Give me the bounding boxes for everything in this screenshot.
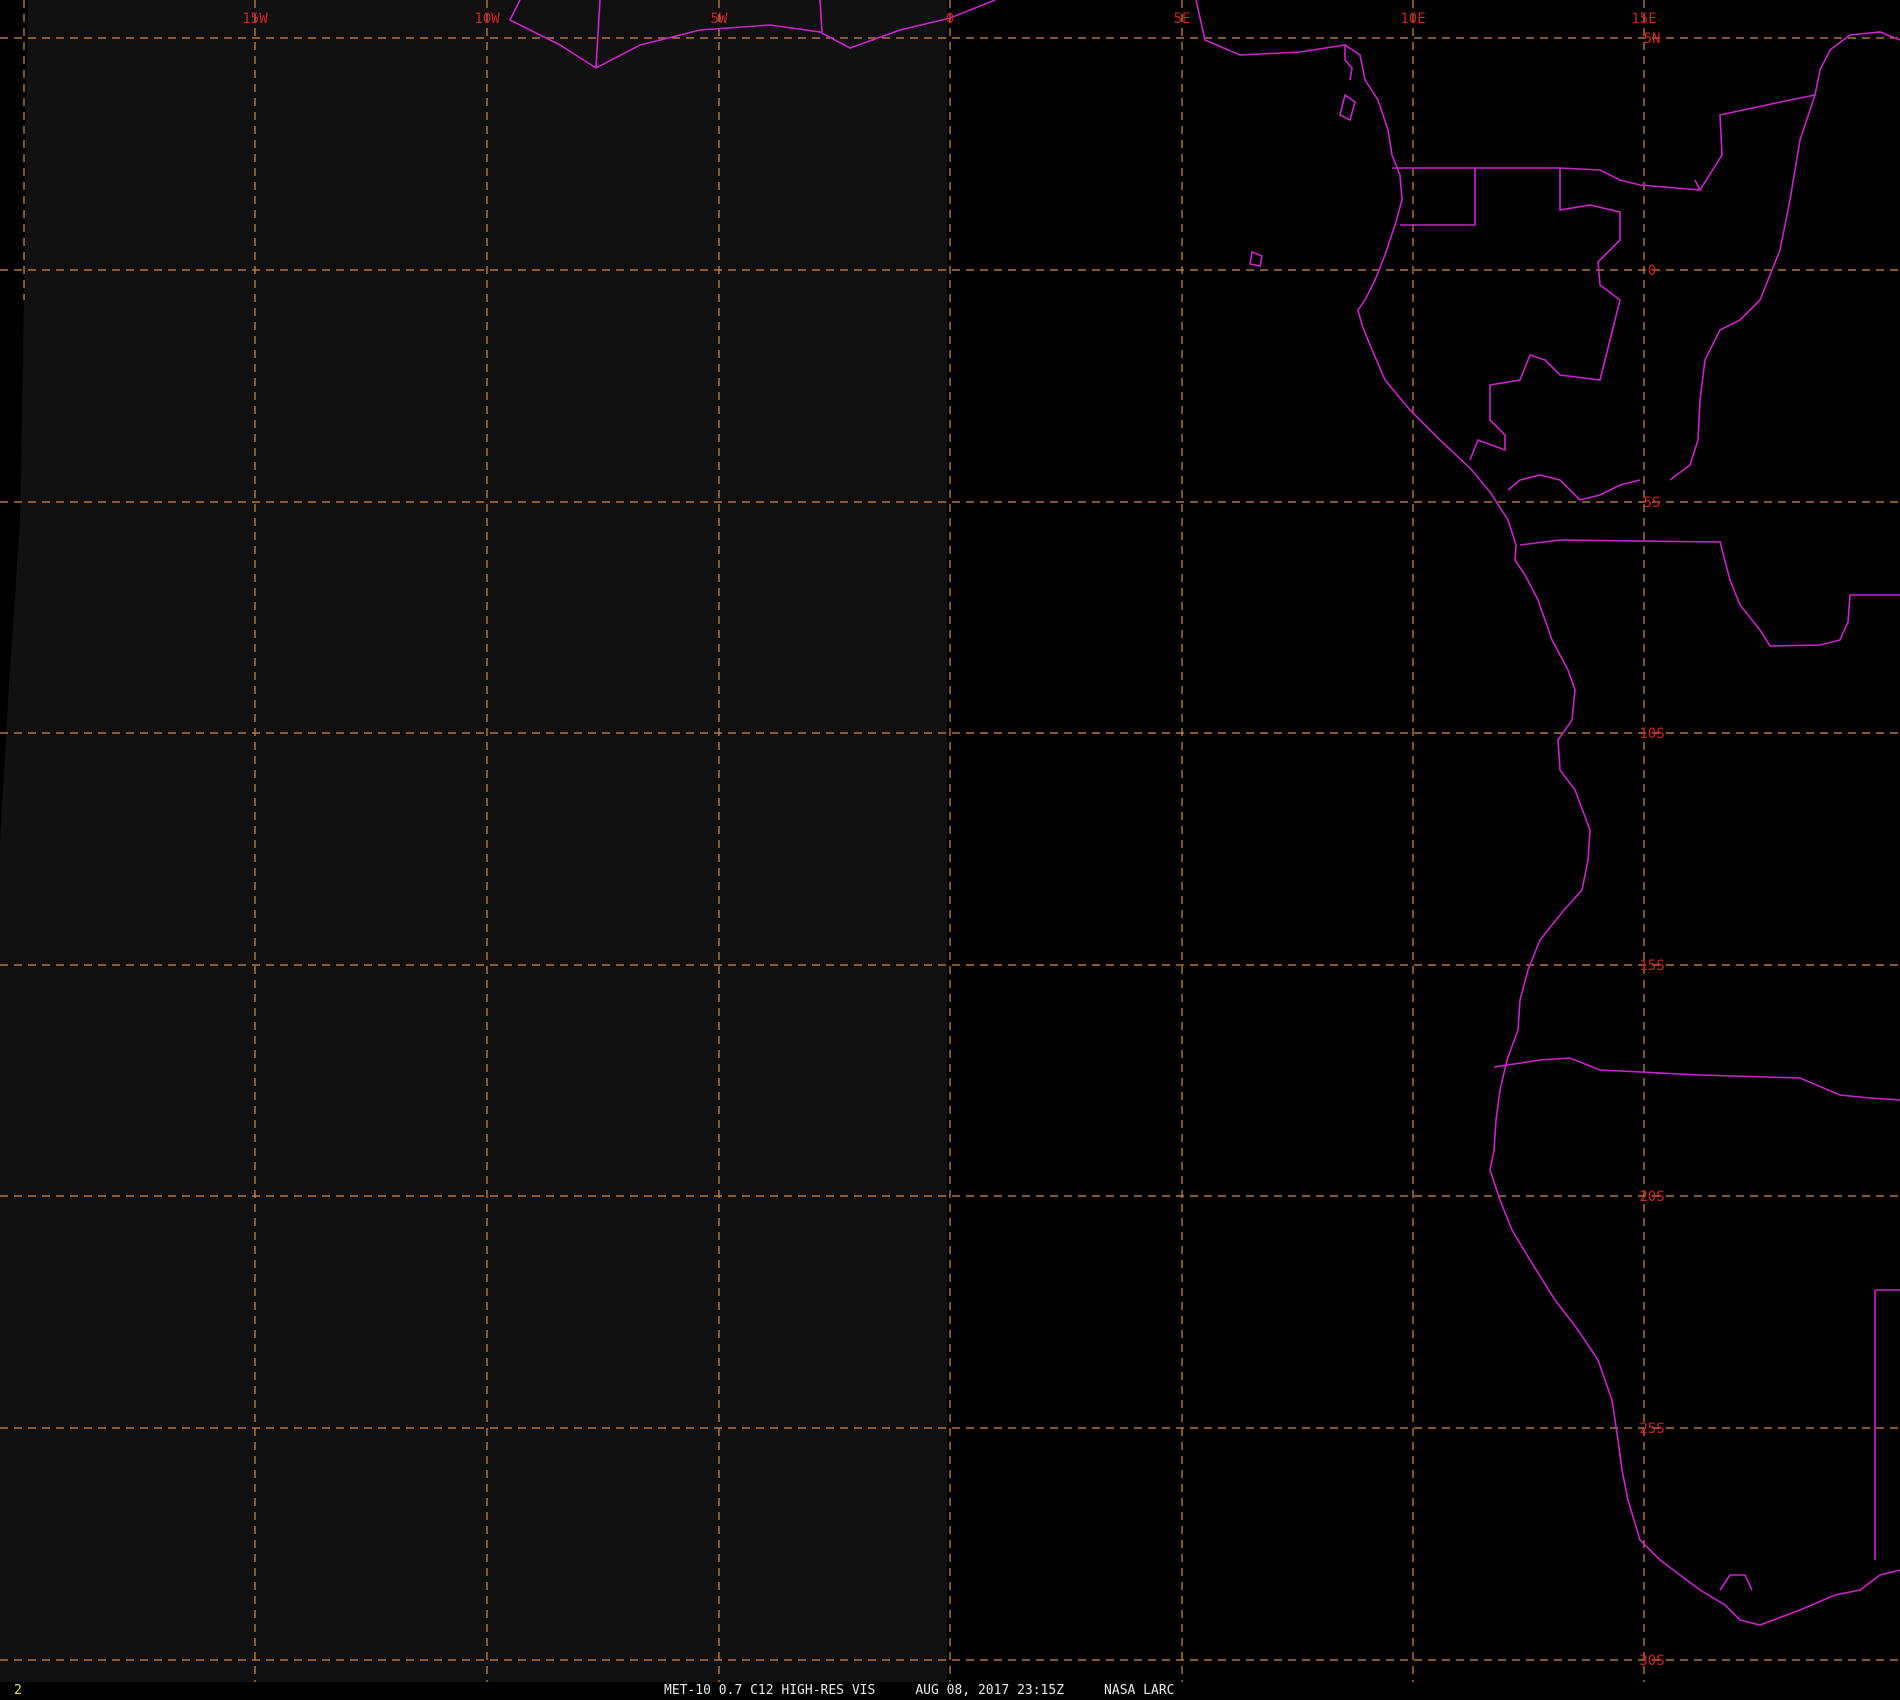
coast-south-africa xyxy=(1879,1569,1900,1576)
longitude-label: 5W xyxy=(711,11,728,27)
latitude-label: 5S xyxy=(1644,495,1661,511)
coast-central-africa xyxy=(1195,0,1881,1626)
border-cameroon-gabon xyxy=(1392,167,1476,226)
border-east-edge xyxy=(1874,1289,1900,1560)
status-bar: 2 MET-10 0.7 C12 HIGH-RES VIS AUG 08, 201… xyxy=(0,1682,1900,1700)
border-gabon-congo xyxy=(1475,167,1702,191)
satellite-map: 15W 10W 5W 0 5E 10E 15E 5N 0 5S 10S 15S 20S 25S 30S 2… xyxy=(0,0,1900,1700)
border-congo-drc xyxy=(1699,31,1900,191)
latitude-label: 5N xyxy=(1644,31,1661,47)
latitude-label: 0 xyxy=(1648,263,1656,279)
latitude-label: 20S xyxy=(1639,1189,1664,1205)
latitude-label: 25S xyxy=(1639,1421,1664,1437)
longitude-label: 10E xyxy=(1400,11,1425,27)
longitude-label: 10W xyxy=(474,11,500,27)
longitude-label: 15E xyxy=(1631,11,1656,27)
longitude-label: 5E xyxy=(1174,11,1191,27)
border-gabon-inner xyxy=(1469,168,1621,461)
border-namibia-angola xyxy=(1493,1057,1900,1101)
latitude-label: 10S xyxy=(1639,726,1664,742)
island-bioko xyxy=(1339,93,1356,122)
latitude-labels: 5N 0 5S 10S 15S 20S 25S 30S xyxy=(1639,31,1664,1669)
frame-number: 2 xyxy=(14,1683,22,1698)
border-cabinda xyxy=(1507,474,1641,501)
border-drc-east xyxy=(1669,94,1816,481)
border-cameroon-top xyxy=(1344,45,1353,81)
border-angola-drc xyxy=(1519,539,1900,647)
no-data-region xyxy=(0,0,947,1682)
latitude-label: 30S xyxy=(1639,1653,1664,1669)
image-datetime: AUG 08, 2017 23:15Z xyxy=(915,1683,1065,1698)
organization: NASA LARC xyxy=(1104,1683,1175,1698)
latitude-label: 15S xyxy=(1639,958,1664,974)
satellite-product: MET-10 0.7 C12 HIGH-RES VIS xyxy=(664,1683,876,1698)
island-sao-tome xyxy=(1249,250,1263,267)
longitude-label: 15W xyxy=(242,11,268,27)
longitude-label: 0 xyxy=(946,11,954,27)
map-canvas: 15W 10W 5W 0 5E 10E 15E 5N 0 5S 10S 15S 20S 25S 30S xyxy=(0,0,1900,1682)
image-caption: MET-10 0.7 C12 HIGH-RES VIS AUG 08, 2017 … xyxy=(664,1683,1215,1698)
border-orange-river xyxy=(1719,1574,1753,1591)
